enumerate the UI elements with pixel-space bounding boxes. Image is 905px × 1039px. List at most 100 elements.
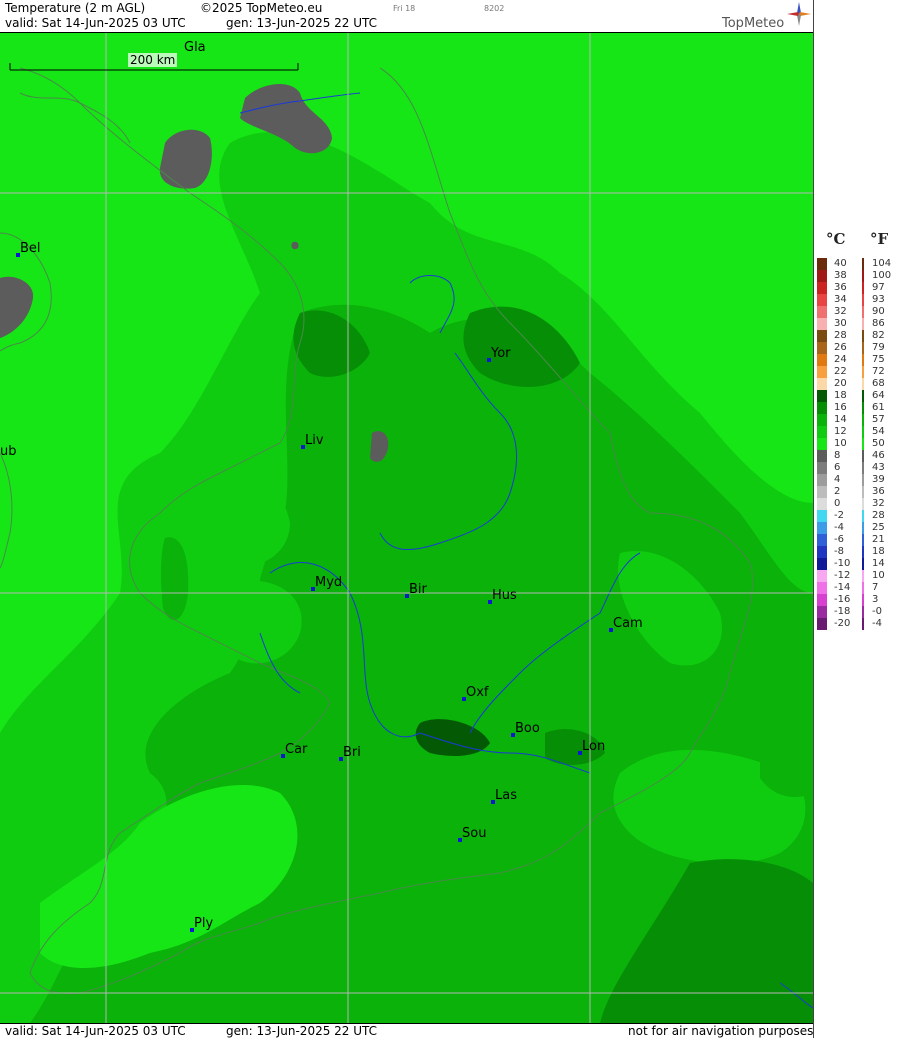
city-marker[interactable]: Yor	[487, 346, 511, 362]
city-marker[interactable]: Myd	[311, 575, 342, 591]
city-marker[interactable]: Oxf	[462, 685, 489, 701]
legend-fahrenheit-value: 50	[872, 438, 885, 449]
legend-row: 28 82	[814, 330, 905, 342]
map-canvas	[0, 33, 813, 1023]
city-marker[interactable]: Gla	[184, 40, 206, 55]
legend-fahrenheit-value: 75	[872, 354, 885, 365]
legend-fahrenheit-value: 3	[872, 594, 879, 605]
legend-celsius-value: 4	[834, 474, 841, 485]
city-marker[interactable]: Bel	[16, 241, 41, 257]
legend-fahrenheit-value: 7	[872, 582, 879, 593]
legend-celsius-value: 40	[834, 258, 847, 269]
legend-row: 26 79	[814, 342, 905, 354]
legend-celsius-value: -6	[834, 534, 844, 545]
legend-swatch-celsius	[817, 594, 827, 606]
legend-row: -20 -4	[814, 618, 905, 630]
city-label: Liv	[305, 433, 324, 448]
valid-time: valid: Sat 14-Jun-2025 03 UTC	[5, 16, 186, 30]
legend-swatch-celsius	[817, 534, 827, 546]
legend-row: -14 7	[814, 582, 905, 594]
legend-swatch-fahrenheit	[862, 594, 864, 606]
legend-swatch-fahrenheit	[862, 546, 864, 558]
legend-swatch-celsius	[817, 570, 827, 582]
legend-row: 16 61	[814, 402, 905, 414]
city-marker[interactable]: Bri	[339, 745, 361, 761]
legend-celsius-value: 36	[834, 282, 847, 293]
legend-row: -8 18	[814, 546, 905, 558]
city-marker[interactable]: Las	[491, 788, 517, 804]
footer-bar: valid: Sat 14-Jun-2025 03 UTC gen: 13-Ju…	[0, 1023, 813, 1039]
legend-celsius-value: 18	[834, 390, 847, 401]
legend-fahrenheit-value: 97	[872, 282, 885, 293]
city-label: ub	[0, 444, 17, 459]
legend-swatch-fahrenheit	[862, 450, 864, 462]
city-marker[interactable]: Liv	[301, 433, 324, 449]
legend-swatch-fahrenheit	[862, 582, 864, 594]
legend-swatch-celsius	[817, 510, 827, 522]
legend-swatch-celsius	[817, 474, 827, 486]
legend-swatch-fahrenheit	[862, 378, 864, 390]
header-bar: Temperature (2 m AGL) ©2025 TopMeteo.eu …	[0, 0, 813, 33]
legend-swatch-celsius	[817, 450, 827, 462]
legend-fahrenheit-value: 14	[872, 558, 885, 569]
copyright-text: ©2025 TopMeteo.eu	[200, 1, 323, 15]
legend-fahrenheit-value: 64	[872, 390, 885, 401]
legend-fahrenheit-value: 39	[872, 474, 885, 485]
small-code-text: 8202	[484, 4, 505, 13]
legend-row: -18 -0	[814, 606, 905, 618]
legend-celsius-value: 26	[834, 342, 847, 353]
legend-fahrenheit-value: 90	[872, 306, 885, 317]
legend-swatch-fahrenheit	[862, 258, 864, 270]
city-marker[interactable]: Bir	[405, 582, 427, 598]
legend-swatch-celsius	[817, 414, 827, 426]
city-label: Bel	[20, 241, 41, 256]
legend-fahrenheit-value: 32	[872, 498, 885, 509]
city-marker[interactable]: Lon	[578, 739, 605, 755]
legend-swatch-fahrenheit	[862, 606, 864, 618]
legend-swatch-celsius	[817, 606, 827, 618]
legend-fahrenheit-value: 79	[872, 342, 885, 353]
legend-fahrenheit-value: 28	[872, 510, 885, 521]
legend-swatch-celsius	[817, 378, 827, 390]
legend-row: 0 32	[814, 498, 905, 510]
compass-star-icon	[787, 2, 811, 26]
legend-swatch-celsius	[817, 558, 827, 570]
legend-row: 2 36	[814, 486, 905, 498]
legend-swatch-celsius	[817, 618, 827, 630]
city-marker[interactable]: Cam	[609, 616, 643, 632]
city-marker[interactable]: Hus	[488, 588, 517, 604]
topmeteo-logo-text: TopMeteo	[722, 16, 785, 31]
legend-fahrenheit-value: 82	[872, 330, 885, 341]
city-label: Oxf	[466, 685, 489, 700]
legend-swatch-fahrenheit	[862, 366, 864, 378]
legend-swatch-celsius	[817, 546, 827, 558]
legend-swatch-fahrenheit	[862, 534, 864, 546]
city-marker[interactable]: ub	[0, 444, 17, 459]
legend-swatch-celsius	[817, 486, 827, 498]
legend-swatch-celsius	[817, 258, 827, 270]
legend-swatch-fahrenheit	[862, 558, 864, 570]
temperature-map[interactable]: 200 km Gla Bel ub Yor Liv Myd Bir Hus Ca…	[0, 33, 813, 1023]
city-marker[interactable]: Ply	[190, 916, 213, 932]
city-marker[interactable]: Sou	[458, 826, 486, 842]
legend-swatch-fahrenheit	[862, 486, 864, 498]
legend-swatch-fahrenheit	[862, 282, 864, 294]
legend-swatch-celsius	[817, 426, 827, 438]
legend-swatch-fahrenheit	[862, 342, 864, 354]
fahrenheit-unit-label: °F	[870, 230, 889, 248]
legend-celsius-value: 0	[834, 498, 841, 509]
legend-row: 24 75	[814, 354, 905, 366]
legend-row: 12 54	[814, 426, 905, 438]
legend-celsius-value: -16	[834, 594, 851, 605]
city-marker[interactable]: Boo	[511, 721, 540, 737]
legend-swatch-fahrenheit	[862, 462, 864, 474]
city-marker[interactable]: Car	[281, 742, 307, 758]
legend-celsius-value: -18	[834, 606, 851, 617]
legend-celsius-value: -14	[834, 582, 851, 593]
city-label: Yor	[491, 346, 511, 361]
legend-swatch-fahrenheit	[862, 474, 864, 486]
legend-swatch-celsius	[817, 330, 827, 342]
legend-celsius-value: 22	[834, 366, 847, 377]
legend-celsius-value: -4	[834, 522, 844, 533]
small-tab-text: Fri 18	[393, 4, 416, 13]
